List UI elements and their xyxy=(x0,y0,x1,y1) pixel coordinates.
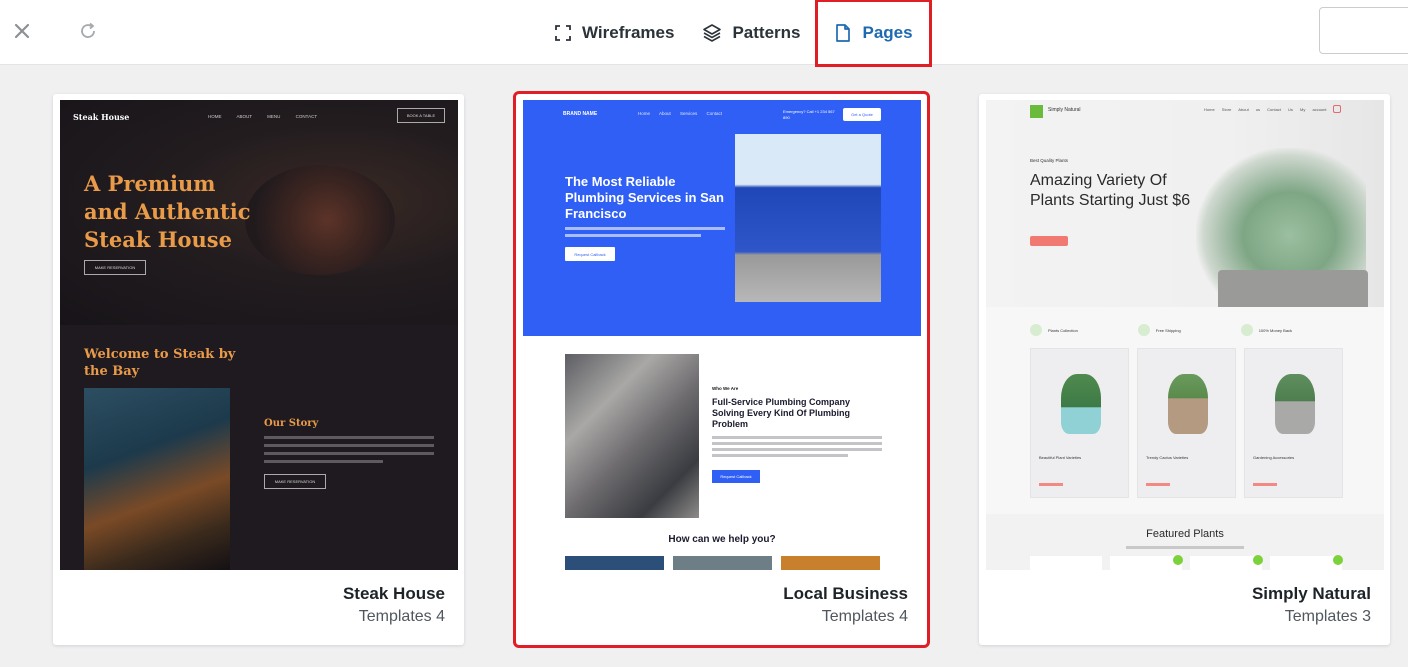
preview-featured-subtitle xyxy=(1126,546,1244,549)
preview-featured-item xyxy=(1270,556,1342,570)
preview-brand: BRAND NAME xyxy=(563,111,598,117)
preview-emergency: Emergency? Call +1 234 567 890 xyxy=(783,109,835,120)
preview-hero-button xyxy=(1030,236,1068,246)
preview-logo: Steak House xyxy=(73,112,130,122)
layers-icon xyxy=(703,23,722,42)
preview-section-title: Full-Service Plumbing Company Solving Ev… xyxy=(712,397,851,429)
sale-badge xyxy=(1333,555,1343,565)
product-name: Beautiful Plant Varieties xyxy=(1039,455,1082,460)
tab-pages[interactable]: Pages xyxy=(815,0,932,67)
preview-section-button: Request Callback xyxy=(712,470,760,483)
sale-badge xyxy=(1253,555,1263,565)
preview-logo-mark xyxy=(1030,105,1043,118)
preview-quote-button: Get a Quote xyxy=(843,108,881,121)
preview-hero-button: MAKE RESERVATION xyxy=(84,260,146,275)
preview-restaurant-image xyxy=(84,388,230,570)
sale-badge xyxy=(1173,555,1183,565)
tab-pages-label: Pages xyxy=(862,22,913,42)
template-preview: Steak House HOME ABOUT MENU CONTACT BOOK… xyxy=(60,100,458,570)
tab-wireframes-label: Wireframes xyxy=(582,22,675,42)
view-tabs: Wireframes Patterns Pages xyxy=(540,0,932,67)
card-title: Steak House xyxy=(342,584,445,603)
close-icon[interactable] xyxy=(9,18,35,44)
preview-section-title: Welcome to Steak by the Bay xyxy=(84,347,236,379)
preview-features: Plants Collection Free Shipping 100% Mon… xyxy=(1030,324,1292,336)
preview-eyebrow: Best Quality Plants xyxy=(1030,158,1069,163)
product-name: Gardening Accessories xyxy=(1253,455,1295,460)
frame-corners-icon xyxy=(555,24,571,41)
card-title: Simply Natural xyxy=(1251,584,1371,603)
tab-wireframes[interactable]: Wireframes xyxy=(540,9,688,57)
preview-nav: Home Store About us Contact Us My accoun… xyxy=(1204,107,1327,112)
cart-icon xyxy=(1333,105,1341,113)
template-card-simply-natural[interactable]: Simply Natural Home Store About us Conta… xyxy=(979,94,1390,645)
card-template-count: Templates 4 xyxy=(821,608,908,625)
template-preview: Simply Natural Home Store About us Conta… xyxy=(986,100,1384,570)
template-preview: BRAND NAME Home About Services Contact E… xyxy=(523,100,921,570)
template-card-local-business[interactable]: BRAND NAME Home About Services Contact E… xyxy=(513,91,930,648)
feature-label: Plants Collection xyxy=(1048,327,1078,333)
card-title: Local Business xyxy=(783,584,908,603)
tab-patterns-label: Patterns xyxy=(732,22,801,42)
feature-label: Free Shipping xyxy=(1155,327,1181,333)
preview-who-label: Who We Are xyxy=(712,386,739,391)
preview-logo: Simply Natural xyxy=(1048,107,1081,113)
preview-service-tiles xyxy=(565,556,880,570)
preview-featured-title: Featured Plants xyxy=(1146,528,1224,540)
page-icon xyxy=(836,23,851,42)
preview-worker-image xyxy=(565,354,699,518)
refresh-icon[interactable] xyxy=(75,18,101,44)
search-input[interactable] xyxy=(1319,7,1408,54)
preview-nav: Home About Services Contact xyxy=(638,111,723,116)
preview-hero-button: Request Callback xyxy=(565,247,615,261)
preview-featured-item xyxy=(1190,556,1262,570)
preview-nav-button: BOOK A TABLE xyxy=(397,108,445,123)
preview-products: Beautiful Plant Varieties Trendy Cactus … xyxy=(1030,348,1343,498)
top-toolbar: Wireframes Patterns Pages xyxy=(0,0,1408,67)
feature-label: 100% Money Back xyxy=(1258,327,1293,333)
preview-headline: The Most Reliable Plumbing Services in S… xyxy=(565,174,724,221)
preview-featured-item xyxy=(1030,556,1102,570)
template-card-steak-house[interactable]: Steak House HOME ABOUT MENU CONTACT BOOK… xyxy=(53,94,464,645)
product-name: Trendy Cactus Varieties xyxy=(1146,455,1189,460)
preview-house-image xyxy=(735,134,881,302)
preview-pot-image xyxy=(1218,270,1368,307)
preview-headline: Amazing Variety Of Plants Starting Just … xyxy=(1030,172,1191,209)
preview-story-button: MAKE RESERVATION xyxy=(264,474,326,489)
preview-nav: HOME ABOUT MENU CONTACT xyxy=(208,114,318,119)
card-template-count: Templates 3 xyxy=(1284,608,1371,625)
preview-featured-item xyxy=(1110,556,1182,570)
preview-story-title: Our Story xyxy=(264,418,319,429)
preview-food-image xyxy=(245,165,395,275)
preview-section-text xyxy=(712,436,882,460)
preview-help-title: How can we help you? xyxy=(668,534,776,545)
tab-patterns[interactable]: Patterns xyxy=(688,9,814,57)
preview-story-text xyxy=(264,436,434,468)
preview-headline: A Premium and Authentic Steak House xyxy=(84,171,251,252)
preview-hero-text xyxy=(565,227,725,241)
card-template-count: Templates 4 xyxy=(358,608,445,625)
